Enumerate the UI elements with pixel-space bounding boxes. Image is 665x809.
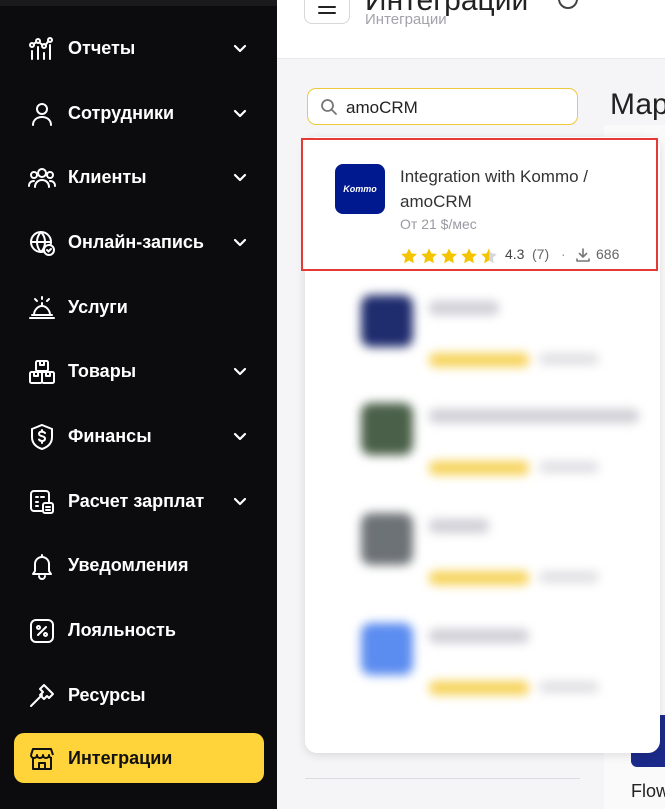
app-logo (361, 403, 413, 455)
sidebar-item-label: Отчеты (68, 38, 136, 58)
list-item[interactable] (329, 505, 659, 605)
app-title (429, 629, 529, 643)
sidebar-item-employees[interactable]: Сотрудники (14, 88, 264, 138)
rating-stars (429, 571, 529, 585)
sidebar-item-integrations[interactable]: Интеграции (14, 733, 264, 783)
chevron-down-icon (230, 168, 250, 188)
payroll-icon (28, 488, 56, 516)
sidebar-item-label: Уведомления (68, 555, 189, 575)
chevron-down-icon (230, 104, 250, 124)
star-icon (460, 247, 478, 265)
clients-icon (28, 164, 56, 192)
download-count (539, 681, 599, 693)
sidebar-item-clients[interactable]: Клиенты (14, 152, 264, 202)
menu-toggle-button[interactable] (304, 0, 350, 24)
breadcrumb[interactable]: Интеграции (365, 11, 447, 28)
sidebar-item-resources[interactable]: Ресурсы (14, 670, 264, 720)
help-icon[interactable] (557, 0, 579, 10)
rating-stars (429, 461, 529, 475)
sidebar-item-payroll[interactable]: Расчет зарплат (14, 476, 264, 526)
app-logo (361, 623, 413, 675)
app-logo (361, 295, 413, 347)
star-icon (420, 247, 438, 265)
app-title (429, 409, 639, 423)
chevron-down-icon (230, 492, 250, 512)
download-count (539, 571, 599, 583)
kommo-logo: Kommo (335, 164, 385, 214)
app-title (429, 301, 499, 315)
chevron-down-icon (230, 427, 250, 447)
rating-value: 4.3 (505, 246, 525, 262)
app-logo (361, 513, 413, 565)
hammer-icon (28, 682, 56, 710)
star-half-icon (480, 247, 498, 265)
sidebar-item-products[interactable]: Товары (14, 346, 264, 396)
search-box[interactable] (307, 88, 578, 125)
partner-name[interactable]: Flow (631, 781, 665, 802)
sidebar-item-notifications[interactable]: Уведомления (14, 540, 264, 590)
bell-icon (28, 552, 56, 580)
result-price: От 21 $/мес (400, 216, 477, 232)
sidebar-item-label: Финансы (68, 426, 152, 446)
user-icon (28, 100, 56, 128)
globe-icon (28, 229, 56, 257)
sidebar-item-finance[interactable]: Финансы (14, 411, 264, 461)
separator-dot: · (561, 246, 566, 262)
sidebar-top-divider (0, 0, 277, 6)
download-count (539, 461, 599, 473)
sidebar-item-label: Услуги (68, 297, 128, 317)
chevron-down-icon (230, 362, 250, 382)
list-item[interactable] (329, 615, 659, 715)
finance-icon (28, 423, 56, 451)
download-count (539, 353, 599, 365)
sidebar-item-label: Онлайн-запись (68, 232, 204, 252)
sidebar-item-services[interactable]: Услуги (14, 282, 264, 332)
page-header: Интеграции Интеграции (277, 0, 665, 59)
rating-stars (429, 353, 529, 367)
review-count: (7) (532, 246, 550, 262)
sidebar-item-label: Лояльность (68, 620, 176, 640)
sidebar-item-reports[interactable]: Отчеты (14, 23, 264, 73)
reports-icon (28, 35, 56, 63)
result-title: Integration with Kommo / amoCRM (400, 167, 589, 211)
download-count: 686 (596, 246, 620, 262)
sidebar-item-online-booking[interactable]: Онлайн-запись (14, 217, 264, 267)
sidebar-item-label: Сотрудники (68, 103, 175, 123)
boxes-icon (28, 358, 56, 386)
rating-stars (400, 247, 500, 265)
app-title (429, 519, 489, 533)
rating-stars (429, 681, 529, 695)
download-icon (575, 247, 591, 263)
star-icon (440, 247, 458, 265)
percent-icon (28, 617, 56, 645)
sidebar-item-label: Ресурсы (68, 685, 146, 705)
sidebar-item-label: Расчет зарплат (68, 491, 205, 511)
sidebar-item-label: Клиенты (68, 167, 147, 187)
main-content: Интеграции Интеграции Мар Flow amoCRM Ko… (277, 0, 665, 809)
sidebar-item-loyalty[interactable]: Лояльность (14, 605, 264, 655)
sidebar-item-label: Товары (68, 361, 137, 381)
list-item[interactable] (329, 395, 659, 495)
store-icon (28, 745, 56, 773)
search-input[interactable] (344, 94, 568, 122)
divider (305, 778, 580, 779)
search-icon (320, 98, 338, 116)
chevron-down-icon (230, 39, 250, 59)
search-result-kommo[interactable]: Kommo Integration with Kommo / amoCRM От… (301, 138, 658, 271)
marketplace-title: Мар (610, 88, 665, 121)
sidebar-item-label: Интеграции (68, 748, 173, 768)
sidebar: Отчеты Сотрудники Клиенты Онлайн-запись … (0, 0, 277, 809)
list-item[interactable] (329, 287, 659, 387)
star-icon (400, 247, 418, 265)
hamburger-icon (318, 6, 336, 14)
chevron-down-icon (230, 233, 250, 253)
service-bell-icon (28, 294, 56, 322)
